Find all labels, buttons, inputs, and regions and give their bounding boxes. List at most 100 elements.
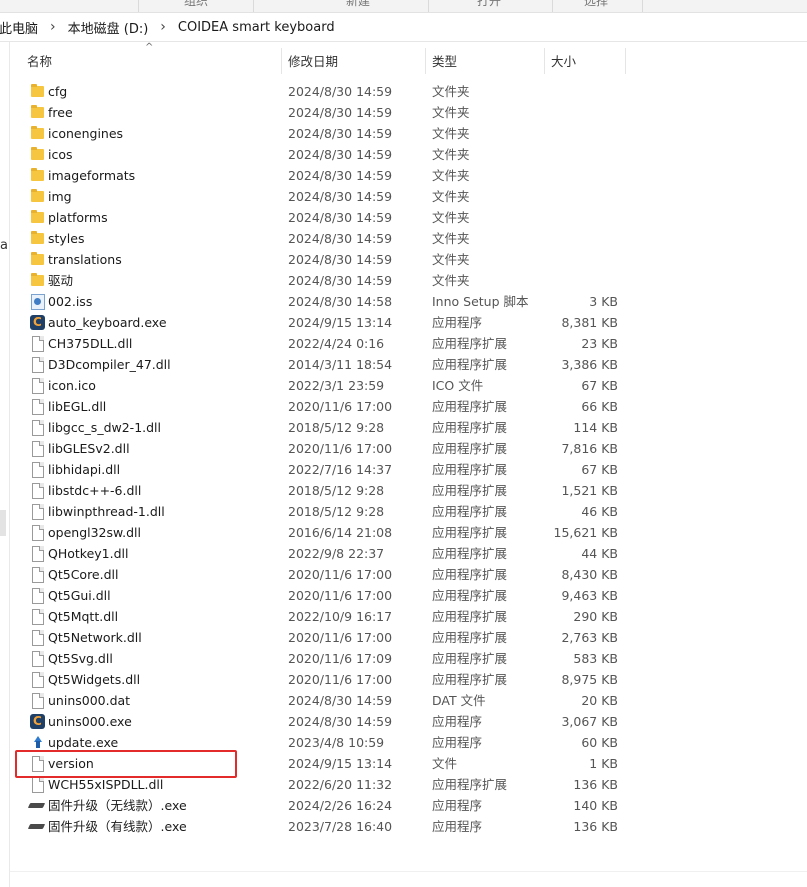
file-name: 驱动	[48, 273, 74, 288]
breadcrumb-current-folder[interactable]: COIDEA smart keyboard	[174, 20, 339, 35]
file-row[interactable]: 002.iss 2024/8/30 14:58 Inno Setup 脚本 3 KB	[14, 291, 807, 312]
folder-icon-glyph	[31, 147, 44, 160]
file-row[interactable]: libGLESv2.dll 2020/11/6 17:00 应用程序扩展 7,816 …	[14, 438, 807, 459]
file-row[interactable]: Qt5Svg.dll 2020/11/6 17:09 应用程序扩展 583 KB	[14, 648, 807, 669]
ribbon-group-new[interactable]: 新建	[253, 0, 429, 12]
file-row[interactable]: CH375DLL.dll 2022/4/24 0:16 应用程序扩展 23 KB	[14, 333, 807, 354]
file-size: 9,463 KB	[561, 588, 618, 603]
nav-pane-scrollbar[interactable]	[0, 510, 6, 536]
file-row[interactable]: libstdc++-6.dll 2018/5/12 9:28 应用程序扩展 1,521…	[14, 480, 807, 501]
file-type: 文件夹	[432, 84, 470, 99]
file-size: 8,430 KB	[561, 567, 618, 582]
file-row[interactable]: libhidapi.dll 2022/7/16 14:37 应用程序扩展 67 KB	[14, 459, 807, 480]
file-name: Qt5Mqtt.dll	[48, 609, 119, 624]
file-row[interactable]: img 2024/8/30 14:59 文件夹	[14, 186, 807, 207]
file-row[interactable]: free 2024/8/30 14:59 文件夹	[14, 102, 807, 123]
file-icon	[29, 629, 45, 646]
ribbon-group-organize[interactable]: 组织	[138, 0, 254, 12]
file-row[interactable]: Qt5Widgets.dll 2020/11/6 17:00 应用程序扩展 8,975…	[14, 669, 807, 690]
file-row[interactable]: styles 2024/8/30 14:59 文件夹	[14, 228, 807, 249]
ribbon-label-open: 打开	[477, 0, 502, 8]
file-row[interactable]: icon.ico 2022/3/1 23:59 ICO 文件 67 KB	[14, 375, 807, 396]
file-row[interactable]: imageformats 2024/8/30 14:59 文件夹	[14, 165, 807, 186]
ribbon-group-open[interactable]: 打开	[428, 0, 553, 12]
file-row[interactable]: unins000.dat 2024/8/30 14:59 DAT 文件 20 KB	[14, 690, 807, 711]
file-row[interactable]: cfg 2024/8/30 14:59 文件夹	[14, 81, 807, 102]
file-row[interactable]: auto_keyboard.exe 2024/9/15 13:14 应用程序 8,38…	[14, 312, 807, 333]
file-name: libwinpthread-1.dll	[48, 504, 165, 519]
file-row[interactable]: 固件升级（无线款）.exe 2024/2/26 16:24 应用程序 140 KB	[14, 795, 807, 816]
file-modified-date: 2023/4/8 10:59	[288, 735, 385, 750]
file-row[interactable]: Qt5Gui.dll 2020/11/6 17:00 应用程序扩展 9,463 KB	[14, 585, 807, 606]
navigation-pane[interactable]: a	[0, 42, 10, 887]
file-row[interactable]: Qt5Core.dll 2020/11/6 17:00 应用程序扩展 8,430 KB	[14, 564, 807, 585]
file-modified-date: 2024/8/30 14:59	[288, 168, 393, 183]
column-header-size[interactable]: 大小	[538, 42, 626, 78]
file-icon	[29, 587, 45, 604]
file-row[interactable]: unins000.exe 2024/8/30 14:59 应用程序 3,067 KB	[14, 711, 807, 732]
file-row[interactable]: 固件升级（有线款）.exe 2023/7/28 16:40 应用程序 136 KB	[14, 816, 807, 837]
file-name: cfg	[48, 84, 68, 99]
file-size: 66 KB	[581, 399, 618, 414]
file-row[interactable]: QHotkey1.dll 2022/9/8 22:37 应用程序扩展 44 KB	[14, 543, 807, 564]
file-size: 3,067 KB	[561, 714, 618, 729]
file-row[interactable]: Qt5Network.dll 2020/11/6 17:00 应用程序扩展 2,763…	[14, 627, 807, 648]
file-name: libgcc_s_dw2-1.dll	[48, 420, 162, 435]
file-type: 应用程序扩展	[432, 504, 508, 519]
list-bottom-border	[10, 871, 807, 872]
file-type: 应用程序扩展	[432, 630, 508, 645]
file-name: Qt5Widgets.dll	[48, 672, 141, 687]
folder-icon	[29, 104, 45, 121]
file-name: 固件升级（无线款）.exe	[48, 798, 187, 813]
file-type: 文件夹	[432, 273, 470, 288]
file-row[interactable]: icos 2024/8/30 14:59 文件夹	[14, 144, 807, 165]
file-modified-date: 2024/8/30 14:59	[288, 105, 393, 120]
file-type: 应用程序扩展	[432, 483, 508, 498]
file-icon	[29, 776, 45, 793]
file-row[interactable]: D3Dcompiler_47.dll 2014/3/11 18:54 应用程序扩展 3…	[14, 354, 807, 375]
file-modified-date: 2024/8/30 14:59	[288, 273, 393, 288]
file-type: 应用程序扩展	[432, 777, 508, 792]
file-modified-date: 2020/11/6 17:09	[288, 651, 393, 666]
file-row[interactable]: iconengines 2024/8/30 14:59 文件夹	[14, 123, 807, 144]
file-row[interactable]: libEGL.dll 2020/11/6 17:00 应用程序扩展 66 KB	[14, 396, 807, 417]
file-list: cfg 2024/8/30 14:59 文件夹 free 2024/8/30 14:59…	[14, 81, 807, 837]
chevron-right-icon[interactable]: ›	[152, 19, 174, 35]
column-divider[interactable]	[625, 48, 626, 74]
address-bar[interactable]: 此电脑 › 本地磁盘 (D:) › COIDEA smart keyboard	[0, 13, 807, 42]
file-row[interactable]: 驱动 2024/8/30 14:59 文件夹	[14, 270, 807, 291]
file-type: 应用程序	[432, 798, 483, 813]
file-name: D3Dcompiler_47.dll	[48, 357, 171, 372]
file-name: platforms	[48, 210, 108, 225]
file-row[interactable]: libwinpthread-1.dll 2018/5/12 9:28 应用程序扩展 4…	[14, 501, 807, 522]
file-row[interactable]: opengl32sw.dll 2016/6/14 21:08 应用程序扩展 15,62…	[14, 522, 807, 543]
file-row[interactable]: translations 2024/8/30 14:59 文件夹	[14, 249, 807, 270]
breadcrumb-this-pc[interactable]: 此电脑	[0, 18, 42, 37]
file-size: 3 KB	[589, 294, 618, 309]
file-row[interactable]: Qt5Mqtt.dll 2022/10/9 16:17 应用程序扩展 290 KB	[14, 606, 807, 627]
file-name: auto_keyboard.exe	[48, 315, 167, 330]
file-modified-date: 2024/8/30 14:58	[288, 294, 393, 309]
file-name: Qt5Gui.dll	[48, 588, 111, 603]
file-modified-date: 2022/9/8 22:37	[288, 546, 385, 561]
file-size: 67 KB	[581, 462, 618, 477]
file-size: 44 KB	[581, 546, 618, 561]
breadcrumb-drive-d[interactable]: 本地磁盘 (D:)	[64, 18, 153, 37]
file-modified-date: 2020/11/6 17:00	[288, 399, 393, 414]
column-header-row: ^ 名称 修改日期 类型 大小	[14, 42, 807, 78]
ribbon-group-select[interactable]: 选择	[552, 0, 643, 12]
file-type: 文件夹	[432, 231, 470, 246]
file-row[interactable]: libgcc_s_dw2-1.dll 2018/5/12 9:28 应用程序扩展 11…	[14, 417, 807, 438]
file-row[interactable]: platforms 2024/8/30 14:59 文件夹	[14, 207, 807, 228]
ribbon-toolbar: 组织 新建 打开 选择	[0, 0, 807, 13]
file-type: 应用程序扩展	[432, 672, 508, 687]
file-type: 文件夹	[432, 105, 470, 120]
file-type: 文件夹	[432, 147, 470, 162]
column-header-type[interactable]: 类型	[419, 42, 544, 78]
coidea-app-icon-glyph	[30, 711, 45, 732]
file-name: styles	[48, 231, 85, 246]
column-header-name[interactable]: 名称	[14, 42, 281, 78]
chevron-right-icon[interactable]: ›	[42, 19, 64, 35]
folder-icon	[29, 251, 45, 268]
column-header-date[interactable]: 修改日期	[275, 42, 425, 78]
